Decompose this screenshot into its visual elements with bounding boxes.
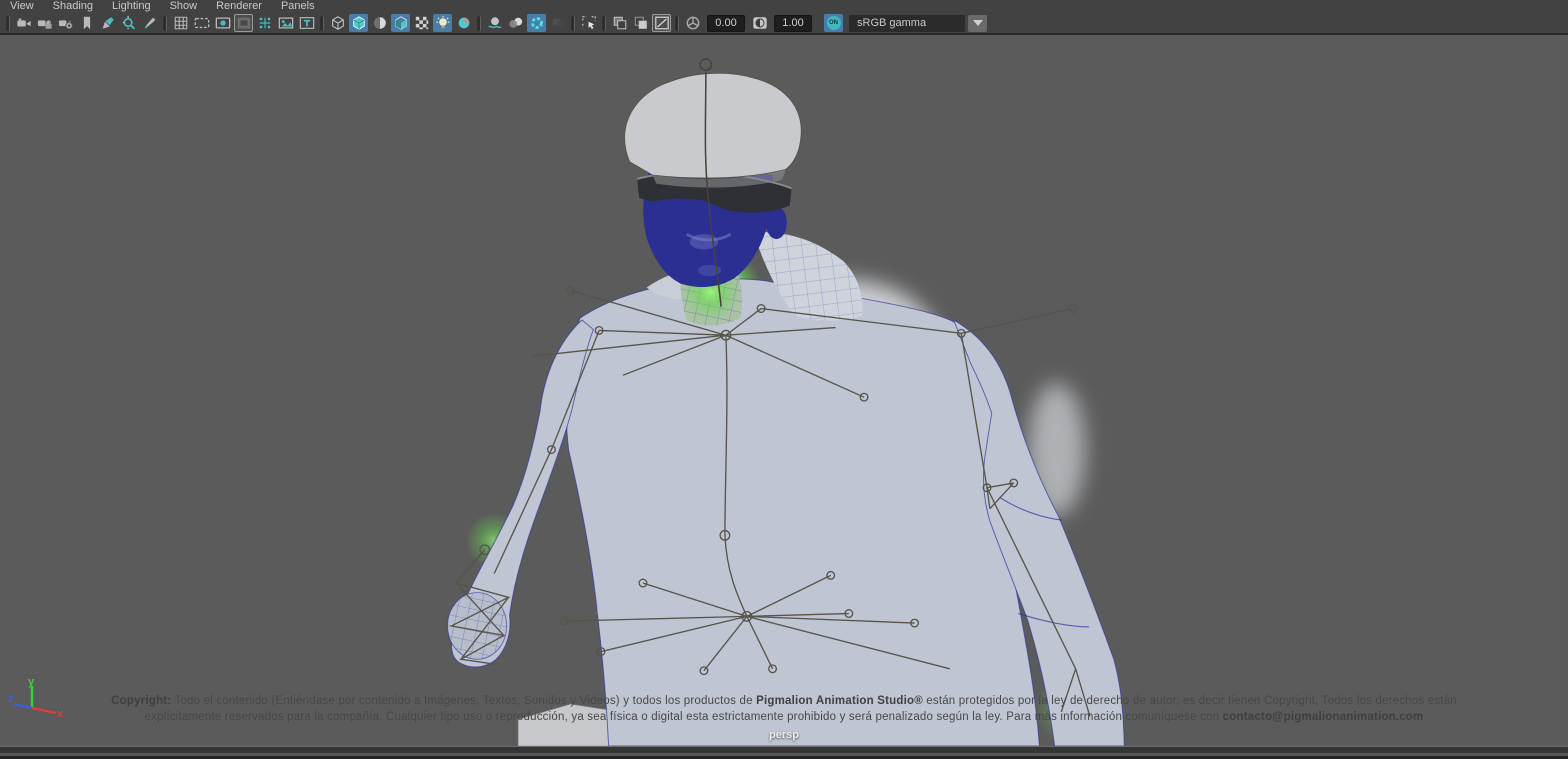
watermark-text-segment: explícitamente reservados para la compañ… (145, 711, 1223, 723)
view-transform-dropdown-arrow[interactable] (968, 15, 987, 32)
hud-text-icon[interactable] (297, 14, 316, 32)
exposure-field[interactable] (707, 15, 745, 32)
panel-toolbar: ON sRGB gamma (0, 13, 1568, 33)
screen-space-ao-icon[interactable] (485, 14, 504, 32)
lock-camera-icon[interactable] (35, 14, 54, 32)
isolate-select-icon[interactable] (579, 14, 598, 32)
exposure-icon (683, 14, 702, 32)
shadows-icon[interactable] (454, 14, 473, 32)
copyright-line-2: explícitamente reservados para la compañ… (0, 709, 1568, 725)
xray-joints-icon[interactable] (610, 14, 629, 32)
toolbar-separator (477, 16, 481, 31)
select-camera-icon[interactable] (14, 14, 33, 32)
gate-mask-icon[interactable] (234, 14, 253, 32)
copyright-watermark: Copyright: Todo el contenido (Entiéndase… (0, 693, 1568, 725)
use-default-material-icon[interactable] (412, 14, 431, 32)
character-model-wireframe (0, 35, 1568, 746)
grid-icon[interactable] (171, 14, 190, 32)
axis-z-label: z (8, 693, 14, 705)
resolution-gate-icon[interactable] (213, 14, 232, 32)
menu-view[interactable]: View (10, 0, 34, 13)
axis-x-label: x (57, 708, 64, 720)
panel-bottom-border (0, 746, 1568, 759)
watermark-text-segment: contacto@pigmalionanimation.com (1223, 711, 1424, 723)
field-chart-icon[interactable] (255, 14, 274, 32)
motion-blur-icon[interactable] (548, 14, 567, 32)
film-gate-icon[interactable] (192, 14, 211, 32)
menu-renderer[interactable]: Renderer (216, 0, 262, 13)
menu-panels[interactable]: Panels (281, 0, 315, 13)
pan-zoom-icon[interactable] (119, 14, 138, 32)
image-plane-icon[interactable] (276, 14, 295, 32)
toolbar-separator (571, 16, 575, 31)
axis-y-label: y (28, 676, 35, 688)
watermark-text-segment: Copyright: (111, 695, 171, 707)
copyright-line-1: Copyright: Todo el contenido (Entiéndase… (0, 693, 1568, 709)
toolbar-separator (602, 16, 606, 31)
textured-icon[interactable] (391, 14, 410, 32)
paint-tool-icon[interactable] (140, 14, 159, 32)
grease-pencil-icon[interactable] (98, 14, 117, 32)
toolbar-separator (675, 16, 679, 31)
chevron-down-icon (973, 20, 983, 26)
panel-menu-bar: View Shading Lighting Show Renderer Panels (0, 0, 1568, 13)
toolbar-separator (163, 16, 167, 31)
toolbar-separator (320, 16, 324, 31)
xray-active-icon[interactable] (631, 14, 650, 32)
bookmark-icon[interactable] (77, 14, 96, 32)
panel-toolbar-chrome: View Shading Lighting Show Renderer Panels ON… (0, 0, 1568, 35)
depth-of-field-icon[interactable] (506, 14, 525, 32)
menu-lighting[interactable]: Lighting (112, 0, 151, 13)
wireframe-icon[interactable] (328, 14, 347, 32)
watermark-text-segment: están protegidos por la ley de derecho d… (923, 695, 1457, 707)
watermark-text-segment: Todo el contenido (Entiéndase por conten… (171, 695, 756, 707)
on-badge: ON (827, 16, 841, 30)
toolbar-separator (6, 16, 10, 31)
watermark-text-segment: Pigmalion Animation Studio® (756, 695, 923, 707)
camera-name-label: persp (0, 729, 1568, 741)
axis-orientation-gizmo: y x z (8, 676, 64, 724)
gamma-field[interactable] (774, 15, 812, 32)
smooth-shade-icon[interactable] (349, 14, 368, 32)
anti-aliasing-icon[interactable] (527, 14, 546, 32)
xray-icon[interactable] (652, 14, 671, 32)
lighting-icon[interactable] (433, 14, 452, 32)
view-transform-dropdown[interactable]: sRGB gamma (849, 15, 965, 32)
3d-viewport[interactable]: Copyright: Todo el contenido (Entiéndase… (0, 35, 1568, 746)
gamma-icon (750, 14, 769, 32)
menu-shading[interactable]: Shading (53, 0, 93, 13)
color-management-toggle[interactable]: ON (824, 14, 843, 32)
menu-show[interactable]: Show (170, 0, 198, 13)
camera-attributes-icon[interactable] (56, 14, 75, 32)
flat-shade-icon[interactable] (370, 14, 389, 32)
